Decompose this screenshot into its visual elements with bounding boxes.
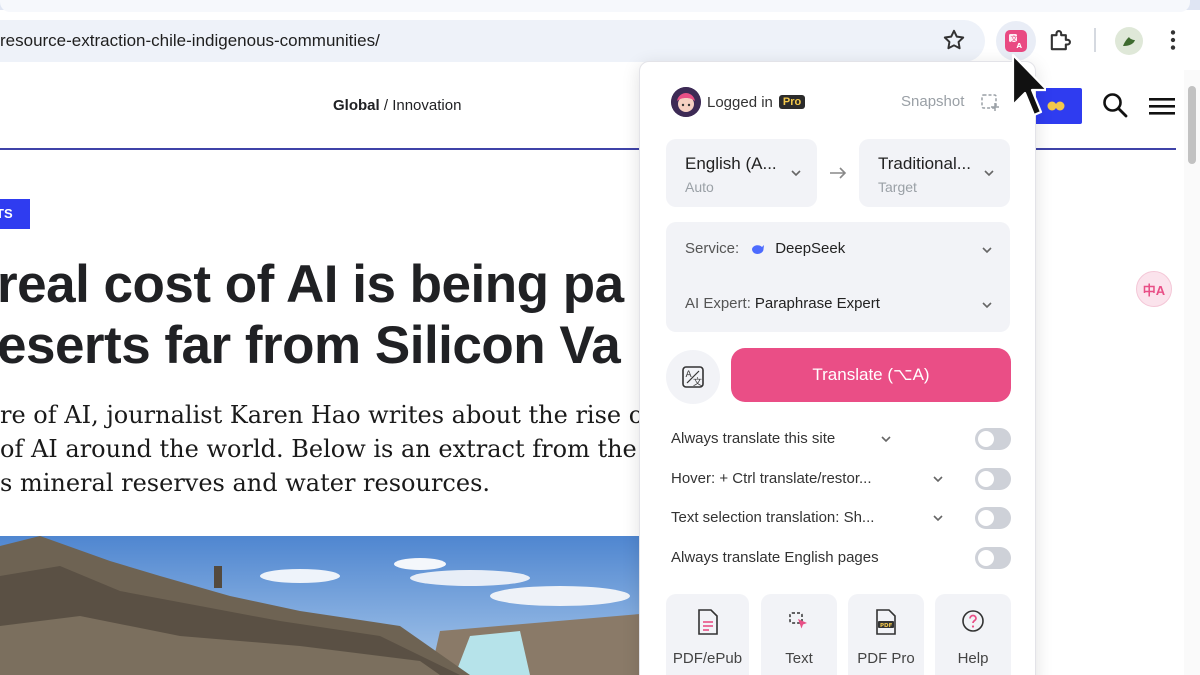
tool-pdf-pro[interactable]: PDF PDF Pro: [848, 594, 924, 675]
search-icon[interactable]: [1100, 90, 1130, 120]
service-label: Service:: [685, 240, 740, 257]
option-always-translate-site[interactable]: Always translate this site: [671, 426, 1011, 452]
option-label: Hover: + Ctrl translate/restor...: [671, 470, 872, 487]
screen: resource-extraction-chile-indigenous-com…: [0, 0, 1200, 675]
document-icon: [697, 609, 718, 635]
target-language-value: Traditional...: [878, 154, 971, 173]
chevron-down-icon[interactable]: [980, 243, 994, 257]
floating-translate-button[interactable]: 中A: [1136, 271, 1172, 307]
option-label: Always translate this site: [671, 430, 836, 447]
source-language-select[interactable]: English (A... Auto: [666, 139, 817, 207]
translate-icon: A文: [682, 366, 704, 388]
standfirst-line-1: re of AI, journalist Karen Hao writes ab…: [0, 401, 644, 429]
tool-pdf-epub[interactable]: PDF/ePub: [666, 594, 749, 675]
page-scrollbar[interactable]: [1184, 70, 1200, 675]
arrow-right-icon: [830, 167, 847, 179]
chevron-down-icon[interactable]: [931, 511, 945, 525]
translate-mode-button[interactable]: A文: [666, 350, 720, 404]
cursor-select-icon: [789, 612, 807, 629]
pdf-icon: PDF: [876, 609, 896, 635]
toolbar-divider: [1094, 28, 1096, 52]
chevron-down-icon[interactable]: [980, 298, 994, 312]
hamburger-menu-icon[interactable]: [1148, 94, 1176, 118]
tool-label: PDF/ePub: [672, 650, 743, 667]
standfirst-line-3: s mineral reserves and water resources.: [0, 469, 491, 497]
logged-in-label: Logged in: [707, 93, 773, 111]
chevron-down-icon[interactable]: [931, 472, 945, 486]
mouse-pointer-icon: [1011, 53, 1046, 117]
service-settings: Service: DeepSeek AI Expert: Paraphrase …: [666, 222, 1010, 332]
headline-line-2: eserts far from Silicon Va: [0, 316, 621, 375]
ai-expert-value: Paraphrase Expert: [754, 295, 880, 312]
option-label: Text selection translation: Sh...: [671, 509, 875, 526]
chevron-down-icon: [984, 170, 994, 177]
ai-expert-label: AI Expert:: [685, 295, 751, 312]
headline-line-1: real cost of AI is being pa: [0, 255, 624, 314]
breadcrumb-innovation[interactable]: Innovation: [392, 97, 461, 114]
breadcrumb: Global / Innovation: [333, 97, 461, 114]
bookmark-star-icon[interactable]: [941, 27, 967, 53]
standfirst-line-2: of AI around the world. Below is an extr…: [0, 435, 637, 463]
svg-text:A: A: [1017, 42, 1023, 49]
svg-text:PDF: PDF: [880, 623, 893, 629]
breadcrumb-global[interactable]: Global: [333, 97, 380, 114]
browser-menu-icon[interactable]: [1160, 27, 1186, 53]
option-always-translate-english[interactable]: Always translate English pages: [671, 545, 1011, 571]
source-language-value: English (A...: [685, 154, 777, 173]
tool-text[interactable]: Text: [761, 594, 837, 675]
help-icon: [962, 610, 984, 632]
profile-avatar[interactable]: [1115, 27, 1143, 55]
service-value: DeepSeek: [775, 240, 846, 257]
tool-label: PDF Pro: [857, 650, 915, 667]
toggle-switch[interactable]: [975, 428, 1011, 450]
user-avatar-icon[interactable]: [671, 87, 701, 117]
source-language-caption: Auto: [685, 179, 714, 195]
toggle-switch[interactable]: [975, 468, 1011, 490]
deepseek-whale-icon: [752, 244, 765, 254]
tab-strip: [0, 0, 1200, 12]
breadcrumb-separator: /: [379, 97, 393, 114]
ai-expert-select[interactable]: AI Expert: Paraphrase Expert: [685, 295, 880, 312]
toggle-switch[interactable]: [975, 547, 1011, 569]
target-language-select[interactable]: Traditional... Target: [859, 139, 1010, 207]
snapshot-icon[interactable]: [980, 92, 1000, 112]
extensions-puzzle-icon[interactable]: [1046, 27, 1074, 55]
article-hero-image: [0, 536, 640, 675]
translate-button[interactable]: Translate (⌥A): [731, 348, 1011, 402]
chevron-down-icon[interactable]: [879, 432, 893, 446]
account-status: Logged in Pro: [671, 87, 806, 117]
snapshot-button[interactable]: Snapshot: [901, 93, 964, 110]
translator-popup: Logged in Pro Snapshot English (A... Aut…: [639, 61, 1036, 675]
tool-help[interactable]: Help: [935, 594, 1011, 675]
category-tag[interactable]: TS: [0, 199, 30, 229]
option-text-selection-translation[interactable]: Text selection translation: Sh...: [671, 505, 1011, 531]
option-hover-translate[interactable]: Hover: + Ctrl translate/restor...: [671, 466, 1011, 492]
article-headline: real cost of AI is being pa eserts far f…: [0, 254, 624, 376]
translator-extension-icon: 文A: [1005, 30, 1027, 52]
url-text[interactable]: resource-extraction-chile-indigenous-com…: [0, 31, 380, 51]
tool-label: Help: [957, 650, 989, 667]
toggle-switch[interactable]: [975, 507, 1011, 529]
option-label: Always translate English pages: [671, 549, 879, 566]
article-standfirst: re of AI, journalist Karen Hao writes ab…: [0, 398, 643, 500]
pro-badge: Pro: [778, 95, 806, 109]
scrollbar-thumb[interactable]: [1188, 86, 1196, 164]
tool-label: Text: [785, 650, 813, 667]
target-language-caption: Target: [878, 179, 917, 195]
chevron-down-icon: [791, 170, 801, 177]
svg-text:文: 文: [693, 376, 702, 388]
service-select[interactable]: Service: DeepSeek: [685, 240, 845, 257]
